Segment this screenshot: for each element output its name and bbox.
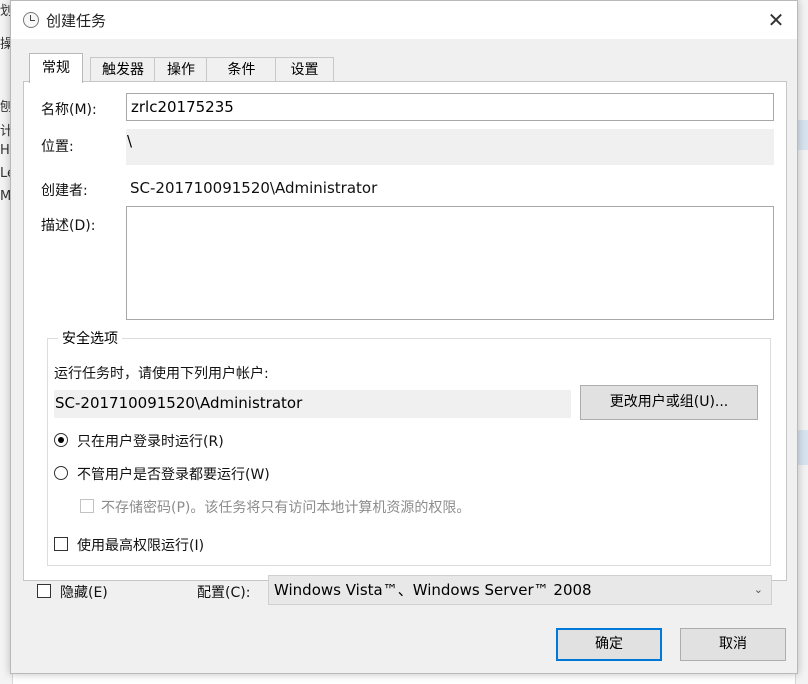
user-account-field: SC-201710091520\Administrator — [54, 390, 571, 418]
close-button[interactable]: ✕ — [763, 7, 789, 33]
location-label: 位置: — [41, 139, 74, 155]
name-label: 名称(M): — [41, 102, 97, 118]
tab-actions[interactable]: 操作 — [154, 57, 208, 82]
window-title: 创建任务 — [46, 12, 107, 30]
highest-privileges-checkbox[interactable] — [54, 537, 68, 551]
change-user-button[interactable]: 更改用户或组(U)... — [580, 385, 758, 420]
author-value: SC-201710091520\Administrator — [130, 179, 378, 197]
security-options-title: 安全选项 — [58, 328, 122, 348]
configure-select[interactable]: Windows Vista™、Windows Server™ 2008 ⌄ — [268, 575, 772, 605]
no-store-password-checkbox — [80, 499, 94, 513]
radio-run-only-logged-on[interactable] — [54, 433, 68, 447]
run-as-prompt: 运行任务时，请使用下列用户帐户: — [54, 366, 269, 382]
chevron-down-icon: ⌄ — [753, 583, 763, 596]
description-textarea[interactable] — [126, 206, 774, 320]
highest-privileges-label[interactable]: 使用最高权限运行(I) — [77, 535, 204, 555]
general-tab-panel: 名称(M): zrlc20175235 位置: \ 创建者: SC-201710… — [23, 81, 787, 581]
security-options-group: 安全选项 运行任务时，请使用下列用户帐户: SC-201710091520\Ad… — [47, 328, 771, 566]
radio-run-whether-logged-on-label[interactable]: 不管用户是否登录都要运行(W) — [77, 464, 270, 484]
radio-run-whether-logged-on[interactable] — [54, 466, 68, 480]
hidden-label[interactable]: 隐藏(E) — [60, 582, 108, 602]
hidden-checkbox[interactable] — [37, 584, 51, 598]
ok-button[interactable]: 确定 — [556, 628, 662, 661]
configure-label: 配置(C): — [197, 585, 251, 601]
title-bar[interactable]: 创建任务 ✕ — [11, 1, 797, 39]
configure-select-value: Windows Vista™、Windows Server™ 2008 — [274, 581, 592, 599]
create-task-dialog: 创建任务 ✕ 常规 触发器 操作 条件 设置 名称(M): zrlc201752… — [10, 0, 798, 674]
tab-triggers[interactable]: 触发器 — [90, 57, 156, 82]
tab-settings[interactable]: 设置 — [275, 57, 334, 82]
description-label: 描述(D): — [41, 218, 96, 234]
author-label: 创建者: — [41, 183, 88, 199]
tab-general[interactable]: 常规 — [29, 53, 83, 83]
name-input[interactable]: zrlc20175235 — [126, 93, 774, 121]
tab-conditions[interactable]: 条件 — [206, 57, 277, 82]
location-value: \ — [126, 129, 774, 165]
no-store-password-label: 不存储密码(P)。该任务将只有访问本地计算机资源的权限。 — [101, 500, 471, 516]
radio-run-only-logged-on-label[interactable]: 只在用户登录时运行(R) — [77, 431, 224, 451]
cancel-button[interactable]: 取消 — [680, 628, 786, 661]
clock-icon — [23, 12, 39, 28]
